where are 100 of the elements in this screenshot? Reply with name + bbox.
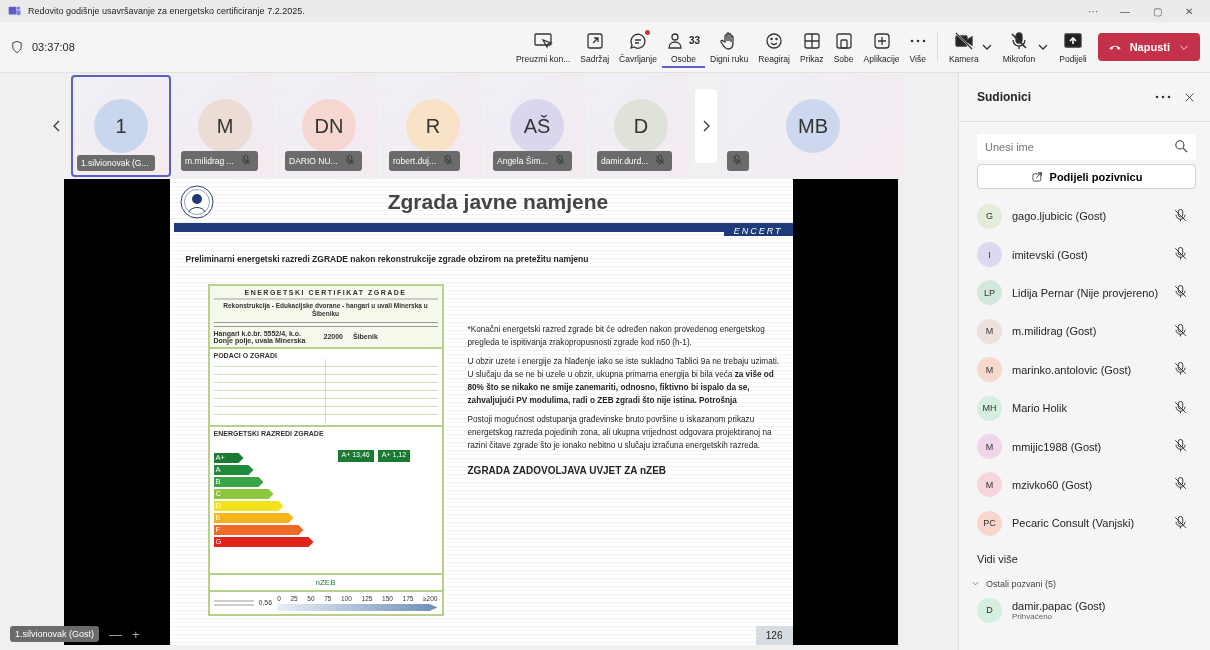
search-icon [1175,140,1188,153]
portrait-logo-icon [179,185,214,219]
toolbar-button[interactable]: Reagiraj [753,26,795,68]
mic-off-icon [442,154,454,166]
participant-name: damir.durd... [601,156,650,166]
participant-name: m.milidrag ... [185,156,235,166]
encert-banner: ENCERT [723,226,793,236]
participant-name: marinko.antolovic (Gost) [1012,363,1133,376]
mic-off-icon [1173,207,1188,223]
avatar: LP [977,280,1002,306]
participant-row[interactable]: MH Mario Holik [959,388,1210,428]
toolbar-button[interactable]: Preuzmi kon... [510,26,576,68]
caret-icon [1038,44,1049,50]
avatar: D [977,597,1002,623]
device-button[interactable]: Mikrofon [997,26,1041,68]
leave-button[interactable]: Napusti [1097,33,1200,61]
participant-row[interactable]: M mzivko60 (Gost) [959,465,1210,505]
participant-tile[interactable]: R robert.duj... [383,75,483,177]
avatar: 1 [94,99,148,153]
slide-subtitle: Preliminarni energetski razredi ZGRADE nakon rekonstrukcije zgrade obzirom na pretežitu namjenu [185,254,590,264]
mic-off-icon [1173,476,1188,492]
participant-tile[interactable]: 1 1.silvionovak (G... [71,75,171,177]
see-more-link[interactable]: Vidi više [959,542,1210,573]
participant-name: Pecaric Consult (Vanjski) [1012,517,1136,530]
toolbar-button[interactable]: Prikaz [794,26,829,68]
conclusion-heading: ZGRADA ZADOVOLJAVA UVJET ZA nZEB [467,464,668,479]
participant-tile[interactable]: MB [721,75,905,177]
mic-off-icon [1173,284,1188,300]
zoom-out-button[interactable]: — [109,626,123,642]
mic-off-icon [343,154,356,166]
avatar: MH [977,395,1002,421]
shield-icon [10,40,24,54]
participant-row[interactable]: PC Pecaric Consult (Vanjski) [959,504,1210,543]
participant-row[interactable]: M m.milidrag (Gost) [959,312,1210,351]
window-control[interactable]: ✕ [1176,4,1202,18]
window-control[interactable]: ··· [1080,4,1106,18]
nzeb-label: nZEB [314,577,337,587]
participant-name: 1.silvionovak (G... [81,158,150,168]
toolbar-button[interactable]: Više [904,26,931,68]
zoom-in-button[interactable]: + [132,626,140,642]
more-icon [1155,95,1171,99]
participant-name: mmijic1988 (Gost) [1012,440,1103,453]
participant-tile[interactable]: M m.milidrag ... [175,75,275,177]
mic-off-icon [1173,322,1188,338]
toolbar-button[interactable]: Aplikacije [858,26,905,68]
window-control[interactable]: ▢ [1144,4,1170,18]
slide-paragraph: U obzir uzete i energije za hlađenje iako se iste sukladno Tablici 9a ne trebaju uzimati. U slučaju da se ne bi uzele u obzir, ukupna primarna energija bi bila veća za više od 80% što se nikako ne smije zanemariti, odnosno, fiktivno bi ispalo da se, zahvaljujući PV modulima, radi o ZEB zgradi što nije istina. Potrošnja [467,356,781,407]
window-title: Redovito godišnje usavršavanje za energetsko certificiranje 7.2.2025. [28,6,305,16]
window-control[interactable]: — [1112,4,1138,18]
screen-pointer-icon [533,30,554,51]
panel-title: Sudionici [977,90,1032,104]
device-button[interactable]: Kamera [943,26,984,68]
share-icon [1030,170,1044,183]
chevron-right-icon [702,120,710,132]
next-button[interactable] [695,89,717,163]
avatar: G [977,203,1002,229]
participant-tile[interactable]: AŠ Angela Šim... [487,75,587,177]
avatar: R [406,99,460,153]
grid-icon [801,30,822,51]
caret-icon [981,44,992,50]
page-number: 126 [755,626,793,645]
participant-name: DARIO NU... [289,156,339,166]
share-invite-button[interactable]: Podijeli pozivnicu [977,164,1196,189]
presenter-name: 1.silvionovak (Gost) [10,626,100,642]
search-field[interactable]: Unesi ime [977,134,1196,160]
participant-row[interactable]: LP Lidija Pernar (Nije provjereno) [959,273,1210,313]
plus-box-icon [871,30,892,51]
invite-status: Prihvaćeno [1012,611,1053,621]
mic-off-icon [654,154,667,166]
participant-name: robert.duj... [393,156,437,166]
toolbar-button[interactable]: Sobe [828,26,859,68]
toolbar-button[interactable]: Čavrljanje [614,26,662,68]
teams-logo-icon [8,4,22,18]
mic-off-icon [1008,30,1029,51]
participant-row[interactable]: M marinko.antolovic (Gost) [959,350,1210,389]
avatar: I [977,242,1002,268]
participant-name: gago.ljubicic (Gost) [1012,210,1108,223]
share-up-icon [1062,30,1083,51]
participant-name: m.milidrag (Gost) [1012,325,1098,338]
invited-section-toggle[interactable]: Ostali pozvani (5) [959,572,1210,596]
toolbar-button[interactable]: Sadržaj [575,26,615,68]
participant-name: Mario Holik [1012,402,1068,415]
participant-tile[interactable]: DN DARIO NU... [279,75,379,177]
smiley-icon [764,30,785,51]
participant-tile[interactable]: D damir.durd... [591,75,691,177]
toolbar-button[interactable]: 33 Osobe [661,26,706,68]
participant-row[interactable]: I imitevski (Gost) [959,235,1210,274]
avatar: PC [977,510,1002,536]
participant-row[interactable]: G gago.ljubicic (Gost) [959,197,1210,236]
participant-row[interactable]: M mmijic1988 (Gost) [959,427,1210,466]
device-button[interactable]: Podijeli [1054,26,1092,68]
avatar: DN [302,99,356,153]
mic-off-icon [1173,399,1188,415]
mic-off-icon [1173,514,1188,530]
share-tray-icon [584,30,605,51]
mic-off-icon [1173,438,1188,454]
toolbar-button[interactable]: Digni ruku [705,26,754,68]
participant-name: Lidija Pernar (Nije provjereno) [1012,286,1160,299]
avatar: MB [786,99,840,153]
invited-row[interactable]: D damir.papac (Gost) Prihvaćeno [959,595,1210,625]
